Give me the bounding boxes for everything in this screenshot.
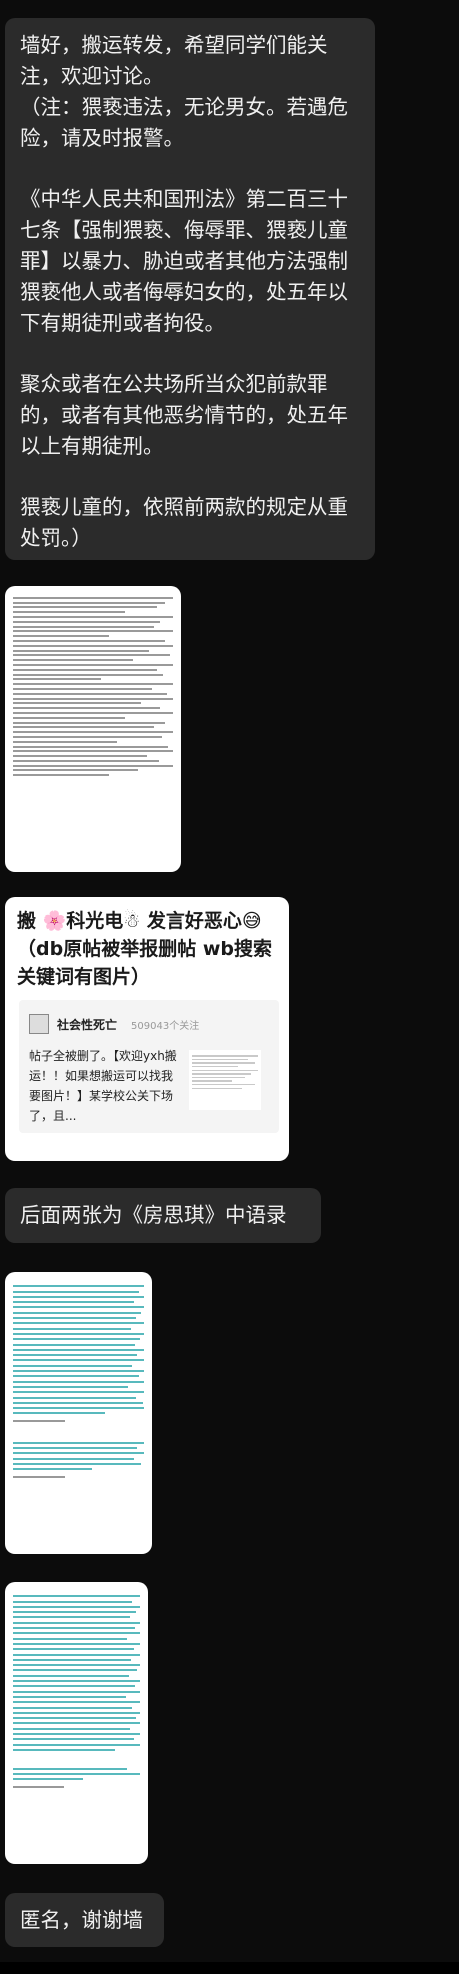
shared-post-card[interactable]: 搬 🌸科光电☃ 发言好恶心😅（db原帖被举报删帖 wb搜索关键词有图片） 社会性… [5,897,289,1161]
message-text-law-3: 猥亵儿童的，依照前两款的规定从重处罚。） [20,495,348,550]
post-excerpt: 帖子全被删了。【欢迎yxh搬运！！如果想搬运可以找我要图片！】某学校公关下场了，… [29,1049,177,1123]
message-text: 后面两张为《房思琪》中语录 [20,1203,287,1227]
message-text-line1: 墙好，搬运转发，希望同学们能关注，欢迎讨论。 [20,33,328,88]
message-text: 匿名，谢谢墙 [20,1908,143,1932]
document-image-thumbnail[interactable] [5,586,181,872]
message-text-law-2: 聚众或者在公共场所当众犯前款罪的，或者有其他恶劣情节的，处五年以上有期徒刑。 [20,372,348,458]
message-bubble-1[interactable]: 墙好，搬运转发，希望同学们能关注，欢迎讨论。 （注：猥亵违法，无论男女。若遇危险… [5,18,375,560]
quote-image-thumbnail-2[interactable] [5,1582,148,1864]
source-follower-count: 509043个关注 [131,1020,200,1032]
source-name: 社会性死亡 [57,1017,118,1032]
message-bubble-3[interactable]: 匿名，谢谢墙 [5,1893,164,1947]
post-attachment-thumbnail [189,1050,261,1110]
post-title: 搬 🌸科光电☃ 发言好恶心😅（db原帖被举报删帖 wb搜索关键词有图片） [17,910,272,988]
message-text-law: 《中华人民共和国刑法》第二百三十七条【强制猥亵、侮辱罪、猥亵儿童罪】以暴力、胁迫… [20,187,348,335]
post-preview: 社会性死亡 509043个关注 帖子全被删了。【欢迎yxh搬运！！如果想搬运可以… [19,1000,279,1133]
bottom-edge [0,1962,459,1974]
quote-image-thumbnail-1[interactable] [5,1272,152,1554]
message-bubble-2[interactable]: 后面两张为《房思琪》中语录 [5,1188,321,1243]
message-text-line2: （注：猥亵违法，无论男女。若遇危险，请及时报警。 [20,95,348,150]
avatar [29,1014,49,1034]
